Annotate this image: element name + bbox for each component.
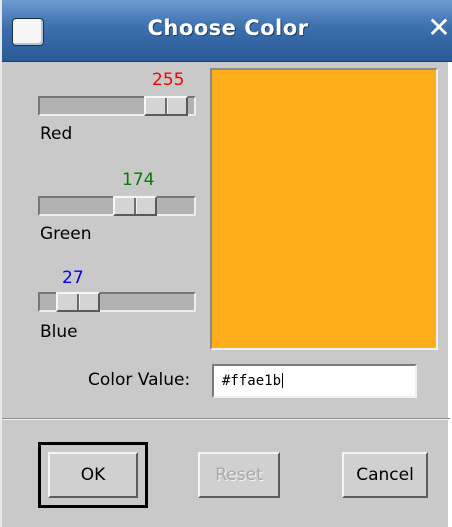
color-preview	[210, 68, 438, 350]
red-value: 255	[152, 70, 185, 90]
ok-button[interactable]: OK	[48, 452, 138, 498]
button-separator	[2, 418, 450, 420]
red-slider-thumb[interactable]	[144, 96, 188, 116]
color-value-label: Color Value:	[88, 370, 191, 390]
green-value: 174	[122, 170, 155, 190]
text-cursor	[282, 373, 284, 388]
reset-button[interactable]: Reset	[198, 452, 280, 498]
red-slider[interactable]	[38, 96, 196, 116]
blue-value: 27	[62, 268, 84, 288]
blue-slider-thumb[interactable]	[56, 292, 100, 312]
red-label: Red	[40, 124, 73, 144]
green-slider-thumb[interactable]	[113, 196, 157, 216]
green-label: Green	[40, 224, 92, 244]
color-value-input[interactable]: #ffae1b	[212, 364, 417, 398]
color-value-text: #ffae1b	[222, 373, 282, 389]
cancel-button[interactable]: Cancel	[342, 452, 428, 498]
close-icon[interactable]: ✕	[424, 14, 452, 44]
choose-color-dialog: Choose Color ✕ 255 Red 174 Green 27 Blue…	[0, 0, 452, 527]
blue-slider[interactable]	[38, 292, 196, 312]
green-slider[interactable]	[38, 196, 196, 216]
window-title: Choose Color	[147, 16, 309, 40]
title-bar[interactable]: Choose Color ✕	[2, 0, 452, 62]
blue-label: Blue	[40, 322, 78, 342]
